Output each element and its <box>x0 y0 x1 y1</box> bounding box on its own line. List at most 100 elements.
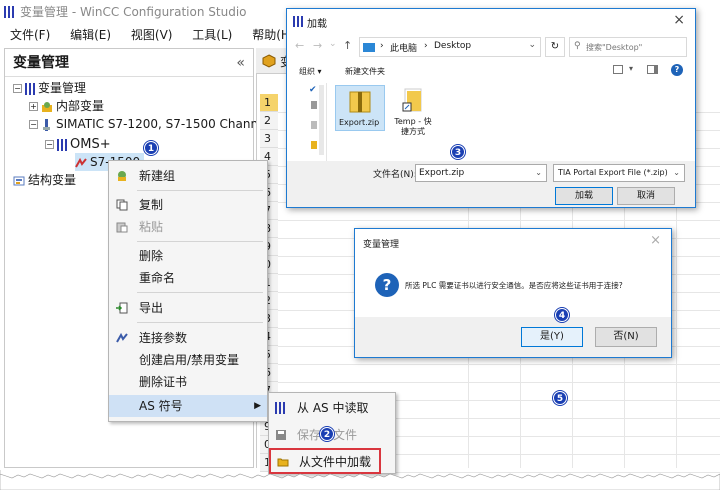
quick-access-icon: ✔ <box>309 85 317 95</box>
menu-item-create-tags[interactable]: 创建启用/禁用变量 <box>109 349 267 371</box>
file-item-temp-shortcut[interactable]: Temp - 快捷方式 <box>391 85 435 141</box>
step-badge: 3 <box>451 145 465 159</box>
tree-node-struct[interactable]: 结构变量 <box>13 171 76 189</box>
connection-params-icon <box>116 332 128 343</box>
nav-tree-pane[interactable]: ✔ <box>293 83 327 163</box>
menu-view[interactable]: 视图(V) <box>131 28 173 42</box>
app-icon <box>293 16 303 27</box>
preview-pane-icon[interactable] <box>647 65 658 74</box>
paste-icon <box>116 222 128 233</box>
collapse-toggle-icon[interactable]: − <box>13 84 22 93</box>
new-folder-button[interactable]: 新建文件夹 <box>345 66 385 77</box>
row-header[interactable]: 1 <box>260 94 278 112</box>
menu-edit[interactable]: 编辑(E) <box>70 28 111 42</box>
menu-item-connection-params[interactable]: 连接参数 <box>109 327 267 349</box>
chevron-down-icon[interactable]: ⌄ <box>535 165 542 181</box>
menu-file[interactable]: 文件(F) <box>10 28 50 42</box>
up-icon[interactable]: ↑ <box>343 39 352 52</box>
menu-item-delete-cert[interactable]: 删除证书 <box>109 371 267 393</box>
cancel-button[interactable]: 取消 <box>617 187 675 205</box>
refresh-icon[interactable]: ↻ <box>545 37 565 57</box>
pc-icon <box>363 43 375 52</box>
command-bar: 组织 ▾ 新建文件夹 ▾ ? <box>287 61 695 83</box>
torn-edge <box>0 470 720 490</box>
step-badge: 1 <box>144 141 158 155</box>
pane-header: 变量管理 « <box>5 49 253 77</box>
cube-icon <box>262 54 276 68</box>
file-item-export-zip[interactable]: Export.zip <box>335 85 385 131</box>
dialog-message: 所选 PLC 需要证书以进行安全通信。是否应将这些证书用于连接? <box>405 281 623 290</box>
folder-icon <box>311 141 317 149</box>
certificate-dialog: 变量管理 × ? 所选 PLC 需要证书以进行安全通信。是否应将这些证书用于连接… <box>354 228 672 358</box>
zip-file-icon <box>349 91 371 113</box>
recent-dropdown-icon[interactable]: ⌄ <box>329 39 337 49</box>
close-icon[interactable]: × <box>650 233 661 248</box>
shortcut-folder-icon <box>402 88 422 112</box>
submenu-arrow-icon: ▶ <box>254 401 261 411</box>
menu-separator <box>137 292 263 293</box>
help-icon[interactable]: ? <box>671 64 683 76</box>
step-badge: 5 <box>553 391 567 405</box>
expand-toggle-icon[interactable]: + <box>29 102 38 111</box>
menu-item-paste[interactable]: 粘贴 <box>109 216 267 238</box>
nav-scrollbar[interactable] <box>319 85 324 155</box>
collapse-icon[interactable]: « <box>236 49 245 77</box>
folder-icon <box>311 121 317 129</box>
grid-line <box>278 220 720 221</box>
folder-icon <box>311 101 317 109</box>
search-icon: ⚲ <box>574 41 581 51</box>
tree-node-root[interactable]: − 变量管理 <box>13 79 86 97</box>
chevron-down-icon[interactable]: ⌄ <box>528 40 536 50</box>
menu-item-rename[interactable]: 重命名 <box>109 267 267 289</box>
collapse-toggle-icon[interactable]: − <box>29 120 38 129</box>
row-header[interactable]: 3 <box>260 130 278 148</box>
open-folder-icon <box>277 458 289 467</box>
struct-tags-icon <box>13 176 25 185</box>
dialog-footer: 是(Y) 否(N) <box>355 317 671 357</box>
path-separator: › <box>380 41 384 51</box>
dialog-footer: 文件名(N): Export.zip ⌄ TIA Portal Export F… <box>287 161 695 207</box>
address-bar[interactable]: › 此电脑 › Desktop ⌄ <box>359 37 541 57</box>
view-options-icon[interactable] <box>613 65 623 74</box>
app-icon <box>4 6 14 18</box>
close-icon[interactable]: × <box>673 12 685 28</box>
menu-item-new-group[interactable]: 新建组 <box>109 165 267 187</box>
collapse-toggle-icon[interactable]: − <box>45 140 54 149</box>
yes-button[interactable]: 是(Y) <box>521 327 583 347</box>
tag-management-icon <box>25 82 35 95</box>
menu-item-export[interactable]: 导出 <box>109 297 267 319</box>
question-icon: ? <box>375 273 399 297</box>
organize-button[interactable]: 组织 ▾ <box>299 66 322 77</box>
menu-item-as-symbols[interactable]: AS 符号 ▶ <box>109 395 267 417</box>
tag-group-icon <box>75 157 87 167</box>
path-folder[interactable]: Desktop <box>434 41 471 51</box>
copy-icon <box>116 199 128 211</box>
file-name: Temp - 快捷方式 <box>394 117 432 136</box>
load-file-dialog: 加载 × ← → ⌄ ↑ › 此电脑 › Desktop ⌄ ↻ ⚲ 搜索"De… <box>286 8 696 208</box>
search-input[interactable]: ⚲ 搜索"Desktop" <box>569 37 687 57</box>
tree-node-connection[interactable]: − OMS+ <box>45 135 111 153</box>
forward-icon[interactable]: → <box>313 39 322 52</box>
menu-separator <box>137 322 263 323</box>
row-header[interactable]: 2 <box>260 112 278 130</box>
view-dropdown-icon[interactable]: ▾ <box>629 64 633 73</box>
grid-line <box>278 382 720 383</box>
address-row: ← → ⌄ ↑ › 此电脑 › Desktop ⌄ ↻ ⚲ 搜索"Desktop… <box>287 35 695 59</box>
menu-item-delete[interactable]: 删除 <box>109 245 267 267</box>
path-pc[interactable]: 此电脑 <box>390 41 417 54</box>
chevron-down-icon[interactable]: ⌄ <box>673 165 680 181</box>
tree-node-driver[interactable]: − SIMATIC S7-1200, S7-1500 Channe <box>29 115 265 133</box>
menu-item-copy[interactable]: 复制 <box>109 194 267 216</box>
filename-input[interactable]: Export.zip ⌄ <box>415 164 547 182</box>
menu-item-read-from-as[interactable]: 从 AS 中读取 <box>269 396 395 420</box>
tree-node-internal[interactable]: + 内部变量 <box>29 97 104 115</box>
filetype-select[interactable]: TIA Portal Export File (*.zip) ⌄ <box>553 164 685 182</box>
load-button[interactable]: 加载 <box>555 187 613 205</box>
menu-separator <box>137 190 263 191</box>
dialog-title: 变量管理 <box>363 240 400 250</box>
menu-tools[interactable]: 工具(L) <box>192 28 232 42</box>
no-button[interactable]: 否(N) <box>595 327 657 347</box>
step-badge: 4 <box>555 308 569 322</box>
dialog-title: 加载 <box>307 19 327 30</box>
back-icon[interactable]: ← <box>295 39 304 52</box>
